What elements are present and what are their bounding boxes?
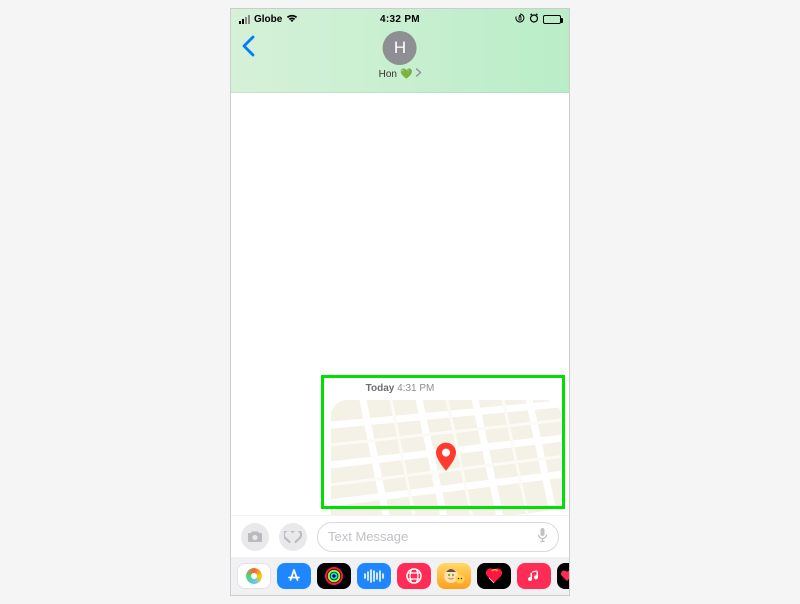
- messages-app-screenshot: Globe 4:32 PM H Hon 💚: [230, 8, 570, 596]
- back-button[interactable]: [241, 35, 255, 62]
- cellular-signal-icon: [239, 15, 250, 24]
- extra-app-icon[interactable]: [557, 563, 569, 589]
- compose-bar: Text Message: [231, 515, 569, 557]
- message-placeholder: Text Message: [328, 529, 408, 544]
- contact-name-label: Hon: [379, 69, 397, 80]
- battery-icon: [543, 15, 561, 24]
- conversation-header: H Hon 💚: [231, 29, 569, 93]
- location-message-bubble[interactable]: Location from 4/4/23: [331, 400, 561, 515]
- wifi-icon: [286, 13, 298, 26]
- photos-app-icon[interactable]: [237, 563, 271, 589]
- rotation-lock-icon: [515, 13, 525, 26]
- dictation-button[interactable]: [537, 527, 548, 546]
- status-bar: Globe 4:32 PM: [231, 9, 569, 29]
- hashtag-images-app-icon[interactable]: [397, 563, 431, 589]
- message-timestamp: Today 4:31 PM: [231, 383, 569, 394]
- message-input[interactable]: Text Message: [317, 522, 559, 552]
- map-thumbnail: [331, 400, 561, 515]
- clock-label: 4:32 PM: [380, 14, 420, 25]
- green-heart-icon: 💚: [400, 69, 412, 80]
- map-pin-icon: [436, 443, 456, 471]
- carrier-label: Globe: [254, 14, 282, 25]
- app-store-icon[interactable]: [277, 563, 311, 589]
- avatar: H: [383, 31, 417, 65]
- digital-touch-app-icon[interactable]: [477, 563, 511, 589]
- audio-app-icon[interactable]: [357, 563, 391, 589]
- camera-button[interactable]: [241, 523, 269, 551]
- memoji-app-icon[interactable]: [437, 563, 471, 589]
- apple-music-app-icon[interactable]: [517, 563, 551, 589]
- chevron-right-icon: [415, 68, 421, 80]
- fitness-app-icon[interactable]: [317, 563, 351, 589]
- imessage-app-drawer[interactable]: [231, 557, 569, 595]
- contact-info-button[interactable]: H Hon 💚: [379, 31, 422, 80]
- alarm-icon: [529, 13, 539, 26]
- apps-button[interactable]: [279, 523, 307, 551]
- conversation-thread[interactable]: Today 4:31 PM: [231, 93, 569, 515]
